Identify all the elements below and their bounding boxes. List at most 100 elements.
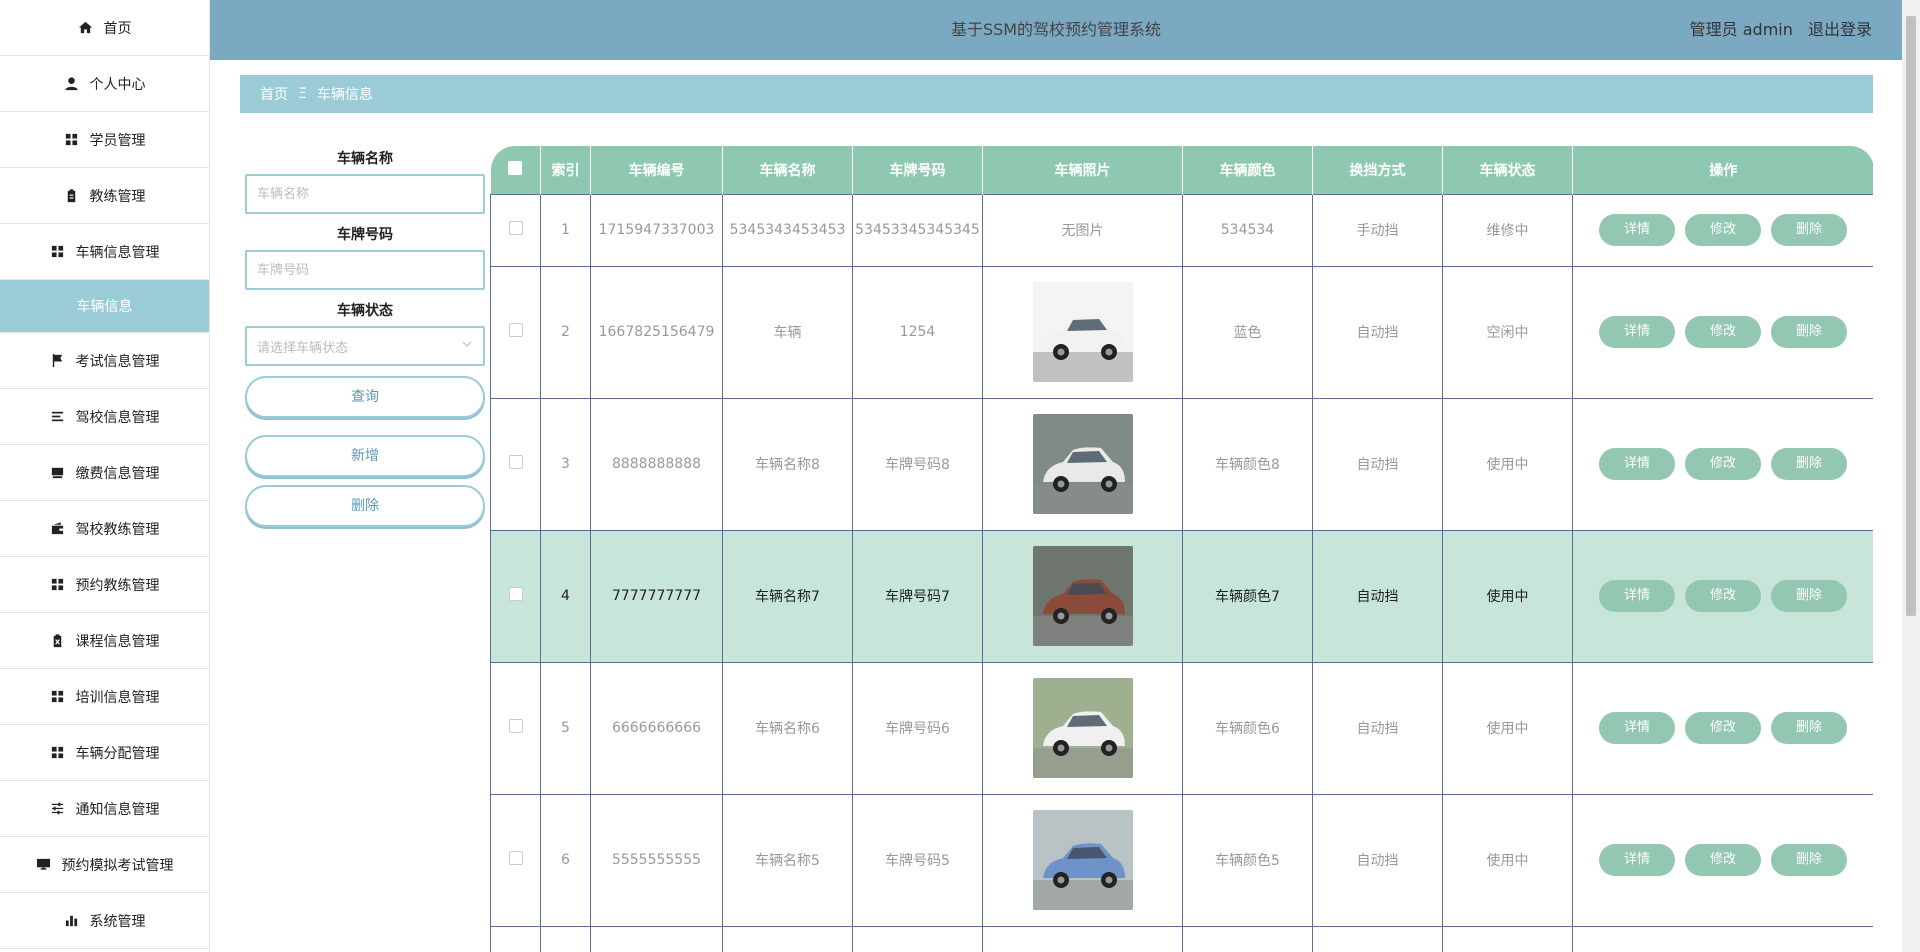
row-select-cell <box>490 265 541 399</box>
plate-number-label: 车牌号码 <box>337 227 393 243</box>
logout-link[interactable]: 退出登录 <box>1808 20 1872 39</box>
sidebar-item-4[interactable]: 车辆信息管理 <box>0 224 209 280</box>
delete-button[interactable]: 删除 <box>1771 316 1847 348</box>
sidebar-item-label: 驾校信息管理 <box>75 409 160 426</box>
table-row[interactable]: 6 5555555555 车辆名称5 车牌号码5 车辆颜色5 自动挡 使用中 详情 修改 删除 <box>490 793 1873 927</box>
clipboard-icon <box>64 188 80 204</box>
grid-icon <box>50 745 66 761</box>
detail-button[interactable]: 详情 <box>1599 214 1675 246</box>
sidebar-item-1[interactable]: 个人中心 <box>0 56 209 112</box>
sidebar-item-6[interactable]: 考试信息管理 <box>0 333 209 389</box>
cell-gear: 自动挡 <box>1312 397 1443 531</box>
sidebar-item-10[interactable]: 预约教练管理 <box>0 557 209 613</box>
cell-actions: 详情 修改 删除 <box>1572 265 1873 399</box>
sidebar-item-label: 课程信息管理 <box>75 633 160 650</box>
row-checkbox[interactable] <box>508 323 523 337</box>
cell-plate: 1254 <box>852 265 983 399</box>
delete-button[interactable]: 删除 <box>1771 214 1847 246</box>
sliders-icon <box>50 801 66 817</box>
table-row[interactable]: 2 1667825156479 车辆 1254 蓝色 自动挡 空闲中 详情 修改 删除 <box>490 265 1873 399</box>
table-row[interactable]: 4 7777777777 车辆名称7 车牌号码7 车辆颜色7 自动挡 使用中 详情 修改 删除 <box>490 529 1873 663</box>
cell-index: 3 <box>540 397 591 531</box>
sidebar-item-11[interactable]: 课程信息管理 <box>0 613 209 669</box>
empty-cell <box>852 925 983 952</box>
empty-cell <box>982 925 1183 952</box>
sidebar-item-5[interactable]: 车辆信息 <box>0 280 209 333</box>
sidebar-menu: 首页个人中心学员管理 教练管理车辆信息管理车辆信息 考试信息管理驾校信息管理缴费信息… <box>0 0 209 949</box>
vehicle-status-select[interactable]: 请选择车辆状态 <box>245 326 485 366</box>
sidebar-item-7[interactable]: 驾校信息管理 <box>0 389 209 445</box>
page-scrollbar[interactable] <box>1902 0 1920 952</box>
column-header-8: 操作 <box>1572 146 1873 194</box>
sidebar-item-16[interactable]: 系统管理 <box>0 893 209 949</box>
cell-plate: 车牌号码5 <box>852 793 983 927</box>
edit-button[interactable]: 修改 <box>1685 316 1761 348</box>
cell-status: 空闲中 <box>1442 265 1573 399</box>
detail-button[interactable]: 详情 <box>1599 316 1675 348</box>
table-row[interactable]: 1 1715947337003 5345343453453 5345334534534… <box>490 193 1873 267</box>
row-select-cell <box>490 193 541 267</box>
sidebar-item-9[interactable]: 驾校教练管理 <box>0 501 209 557</box>
scrollbar-thumb[interactable] <box>1906 16 1916 616</box>
cell-code: 1715947337003 <box>590 193 723 267</box>
row-checkbox[interactable] <box>508 719 523 733</box>
table-row[interactable]: 5 6666666666 车辆名称6 车牌号码6 车辆颜色6 自动挡 使用中 详情 修改 删除 <box>490 661 1873 795</box>
select-all-checkbox[interactable] <box>508 160 523 175</box>
detail-button[interactable]: 详情 <box>1599 844 1675 876</box>
edit-button[interactable]: 修改 <box>1685 844 1761 876</box>
cell-code: 8888888888 <box>590 397 723 531</box>
cell-actions: 详情 修改 删除 <box>1572 661 1873 795</box>
sidebar-item-label: 预约模拟考试管理 <box>61 857 174 874</box>
sidebar-item-2[interactable]: 学员管理 <box>0 112 209 168</box>
current-user: 管理员 admin <box>1689 20 1793 39</box>
delete-button[interactable]: 删除 <box>1771 712 1847 744</box>
row-checkbox[interactable] <box>508 851 523 865</box>
cell-name: 车辆名称7 <box>722 529 853 663</box>
sidebar-item-0[interactable]: 首页 <box>0 0 209 56</box>
sidebar-item-15[interactable]: 预约模拟考试管理 <box>0 837 209 893</box>
monitor-icon <box>36 857 52 873</box>
row-checkbox[interactable] <box>508 221 523 235</box>
grid-icon <box>50 244 66 260</box>
table-row[interactable]: 3 8888888888 车辆名称8 车牌号码8 车辆颜色8 自动挡 使用中 详情 修改 删除 <box>490 397 1873 531</box>
bar-chart-icon <box>64 913 80 929</box>
edit-button[interactable]: 修改 <box>1685 448 1761 480</box>
cell-photo <box>982 661 1183 795</box>
detail-button[interactable]: 详情 <box>1599 580 1675 612</box>
home-icon <box>78 20 94 36</box>
vehicle-table: 索引 车辆编号 车辆名称 车牌号码 车辆照片 车辆颜色 换挡方式 车辆状态 操作 1 171594… <box>490 146 1873 952</box>
delete-button[interactable]: 删除 <box>1771 844 1847 876</box>
sidebar-item-label: 车辆信息管理 <box>75 244 160 261</box>
row-checkbox[interactable] <box>508 455 523 469</box>
detail-button[interactable]: 详情 <box>1599 448 1675 480</box>
top-header: 基于SSM的驾校预约管理系统 管理员 admin 退出登录 <box>210 0 1902 60</box>
edit-button[interactable]: 修改 <box>1685 580 1761 612</box>
sidebar-item-8[interactable]: 缴费信息管理 <box>0 445 209 501</box>
breadcrumb-separator-icon: Ξ <box>298 86 307 102</box>
breadcrumb-home[interactable]: 首页 <box>260 84 288 104</box>
delete-button[interactable]: 删除 <box>1771 448 1847 480</box>
sidebar-item-label: 通知信息管理 <box>75 801 160 818</box>
edit-button[interactable]: 修改 <box>1685 214 1761 246</box>
row-checkbox[interactable] <box>508 587 523 601</box>
batch-delete-button[interactable]: 删除 <box>245 485 485 527</box>
cell-photo <box>982 793 1183 927</box>
sidebar-item-12[interactable]: 培训信息管理 <box>0 669 209 725</box>
sidebar-item-3[interactable]: 教练管理 <box>0 168 209 224</box>
sidebar-item-14[interactable]: 通知信息管理 <box>0 781 209 837</box>
car-photo-image <box>1032 810 1133 910</box>
sidebar-item-13[interactable]: 车辆分配管理 <box>0 725 209 781</box>
delete-button[interactable]: 删除 <box>1771 580 1847 612</box>
plate-number-input[interactable] <box>245 250 485 290</box>
edit-button[interactable]: 修改 <box>1685 712 1761 744</box>
query-button[interactable]: 查询 <box>245 376 485 418</box>
column-header-3: 车牌号码 <box>852 146 983 194</box>
add-button[interactable]: 新增 <box>245 435 485 477</box>
cell-index: 2 <box>540 265 591 399</box>
detail-button[interactable]: 详情 <box>1599 712 1675 744</box>
breadcrumb-current: 车辆信息 <box>316 87 373 103</box>
vehicle-name-input[interactable] <box>245 174 485 214</box>
cell-photo <box>982 529 1183 663</box>
sidebar-item-label: 个人中心 <box>89 76 146 93</box>
cell-name: 车辆名称5 <box>722 793 853 927</box>
